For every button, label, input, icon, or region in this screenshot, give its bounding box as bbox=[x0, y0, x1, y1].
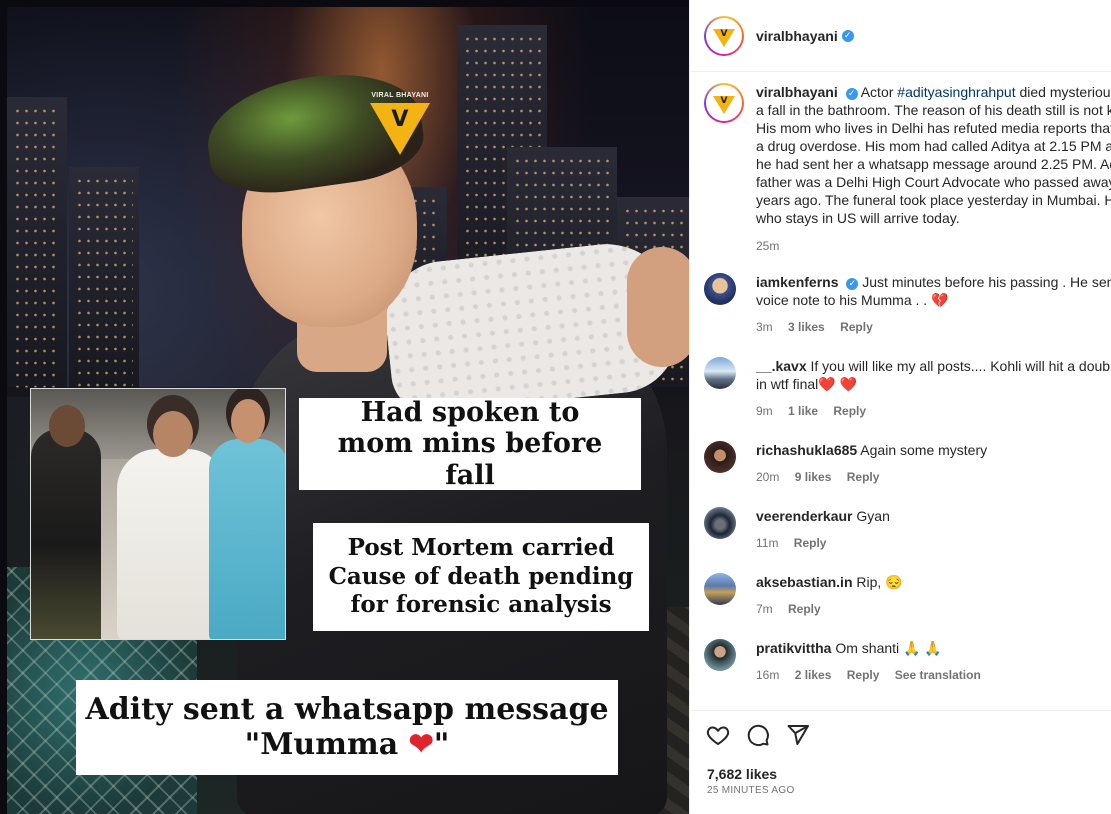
heart-icon: ❤ bbox=[408, 726, 434, 762]
caption-username[interactable]: viralbhayani bbox=[756, 84, 838, 100]
share-icon[interactable] bbox=[786, 723, 810, 747]
brand-logo-icon: V bbox=[713, 28, 735, 47]
avatar[interactable] bbox=[704, 639, 736, 671]
reply-button[interactable]: Reply bbox=[794, 536, 827, 550]
avatar[interactable] bbox=[704, 273, 736, 305]
post-image[interactable]: VIRAL BHAYANI V Had spoken to mom mins b… bbox=[0, 0, 689, 814]
comment-time[interactable]: 11m bbox=[756, 536, 778, 550]
see-translation-button[interactable]: See translation bbox=[895, 668, 981, 682]
comment-item: pratikvittha Om shanti 🙏 🙏 16m 2 likes R… bbox=[704, 639, 1111, 684]
post-timestamp[interactable]: 25 MINUTES AGO bbox=[707, 785, 795, 796]
comment-username[interactable]: pratikvittha bbox=[756, 640, 831, 656]
building-graphic bbox=[69, 167, 139, 397]
watermark-logo: VIRAL BHAYANI V bbox=[367, 92, 433, 155]
caption-time[interactable]: 25m bbox=[756, 239, 779, 253]
header-username[interactable]: viralbhayani bbox=[756, 28, 838, 44]
reply-button[interactable]: Reply bbox=[840, 320, 873, 334]
comment-icon[interactable] bbox=[746, 723, 770, 747]
caption-line: a drug overdose. His mom had called Adit… bbox=[756, 138, 1111, 154]
post-actions: 7,682 likes 25 MINUTES AGO bbox=[690, 710, 1111, 814]
caption-line: he had sent her a whatsapp message aroun… bbox=[756, 156, 1111, 172]
caption-box-whatsapp: Adity sent a whatsapp message "Mumma ❤" bbox=[76, 680, 618, 775]
comment-item: veerenderkaur Gyan 11m Reply bbox=[704, 507, 1111, 552]
hand-graphic bbox=[627, 247, 689, 367]
inset-family-photo bbox=[30, 388, 286, 640]
comment-time[interactable]: 16m bbox=[756, 668, 779, 682]
verified-badge-icon: ✓ bbox=[841, 29, 854, 42]
comment-text: Gyan bbox=[856, 508, 890, 524]
building-graphic bbox=[7, 97, 67, 397]
comment-username[interactable]: __.kavx bbox=[756, 358, 807, 374]
comment-text: Again some mystery bbox=[860, 442, 988, 458]
watermark-text: VIRAL BHAYANI bbox=[371, 92, 429, 99]
comment-item: __.kavx If you will like my all posts...… bbox=[704, 357, 1111, 420]
caption-line: a fall in the bathroom. The reason of hi… bbox=[756, 102, 1111, 118]
reply-button[interactable]: Reply bbox=[788, 602, 821, 616]
watermark-mark: V bbox=[391, 107, 409, 132]
caption-box-line: "Mumma ❤" bbox=[244, 726, 450, 763]
comment-likes-count[interactable]: 9 likes bbox=[795, 470, 832, 484]
caption-line: father was a Delhi High Court Advocate w… bbox=[756, 174, 1111, 190]
comment-text: Om shanti 🙏 🙏 bbox=[835, 640, 942, 656]
caption-line: years ago. The funeral took place yester… bbox=[756, 192, 1111, 208]
caption-box-spoke-to-mom: Had spoken to mom mins before fall bbox=[299, 397, 641, 491]
verified-badge-icon: ✓ bbox=[846, 278, 859, 290]
caption-box-line: Post Mortem carried bbox=[347, 533, 615, 561]
reply-button[interactable]: Reply bbox=[833, 404, 866, 418]
avatar[interactable]: V bbox=[704, 15, 744, 56]
brand-logo-icon: V bbox=[713, 96, 735, 114]
caption-text: Actor bbox=[860, 84, 898, 100]
avatar[interactable]: V bbox=[704, 83, 744, 123]
caption-box-line: Cause of death pending bbox=[328, 562, 634, 590]
reply-button[interactable]: Reply bbox=[847, 668, 880, 682]
comment-time[interactable]: 9m bbox=[756, 404, 773, 418]
avatar[interactable] bbox=[704, 357, 736, 389]
comment-time[interactable]: 3m bbox=[756, 320, 773, 334]
avatar[interactable] bbox=[704, 507, 736, 539]
comment-item: richashukla685 Again some mystery 20m 9 … bbox=[704, 441, 1111, 486]
post-header: V viralbhayani ✓ bbox=[690, 0, 1111, 72]
caption-box-line: for forensic analysis bbox=[350, 591, 612, 619]
comment-username[interactable]: richashukla685 bbox=[756, 442, 857, 458]
post-caption: V viralbhayani ✓ Actor #adityasinghrahpu… bbox=[704, 83, 1111, 255]
caption-box-text: "Mumma bbox=[244, 726, 409, 762]
inset-person-man bbox=[31, 405, 101, 639]
caption-line: who stays in US will arrive today. bbox=[756, 210, 960, 226]
comments-list[interactable]: V viralbhayani ✓ Actor #adityasinghrahpu… bbox=[690, 73, 1111, 709]
likes-count[interactable]: 7,682 likes bbox=[707, 766, 777, 782]
comment-likes-count[interactable]: 2 likes bbox=[795, 668, 832, 682]
comment-username[interactable]: iamkenferns bbox=[756, 274, 838, 290]
caption-box-post-mortem: Post Mortem carried Cause of death pendi… bbox=[313, 523, 649, 631]
comment-text: voice note to his Mumma . . 💔 bbox=[756, 292, 949, 308]
comment-likes-count[interactable]: 3 likes bbox=[788, 320, 825, 334]
caption-box-line: Adity sent a whatsapp message bbox=[85, 692, 609, 727]
comment-time[interactable]: 7m bbox=[756, 602, 773, 616]
watermark-triangle-icon: V bbox=[370, 103, 430, 155]
caption-text: died mysterious bbox=[1015, 84, 1111, 100]
caption-line: His mom who lives in Delhi has refuted m… bbox=[756, 120, 1111, 136]
avatar[interactable] bbox=[704, 441, 736, 473]
reply-button[interactable]: Reply bbox=[847, 470, 880, 484]
comment-item: iamkenferns ✓ Just minutes before his pa… bbox=[704, 273, 1111, 336]
post-sidebar: V viralbhayani ✓ V viralbhayani ✓ Actor … bbox=[689, 0, 1111, 814]
comment-time[interactable]: 20m bbox=[756, 470, 779, 484]
caption-box-text: Had spoken to mom mins before fall bbox=[337, 397, 603, 491]
inset-person-woman bbox=[209, 399, 285, 639]
comment-text: Just minutes before his passing . He sen… bbox=[862, 274, 1111, 290]
comment-username[interactable]: veerenderkaur bbox=[756, 508, 853, 524]
verified-badge-icon: ✓ bbox=[845, 88, 858, 100]
hashtag-link[interactable]: #adityasinghrahput bbox=[897, 84, 1015, 100]
comment-text: in wtf final❤️ ❤️ bbox=[756, 376, 858, 392]
comment-text: Rip, 😔 bbox=[856, 574, 903, 590]
comment-likes-count[interactable]: 1 like bbox=[788, 404, 818, 418]
avatar[interactable] bbox=[704, 573, 736, 605]
caption-box-text: " bbox=[433, 726, 450, 762]
comment-text: If you will like my all posts.... Kohli … bbox=[810, 358, 1111, 374]
comment-username[interactable]: aksebastian.in bbox=[756, 574, 853, 590]
comment-item: aksebastian.in Rip, 😔 7m Reply bbox=[704, 573, 1111, 618]
heart-icon[interactable] bbox=[706, 723, 730, 747]
